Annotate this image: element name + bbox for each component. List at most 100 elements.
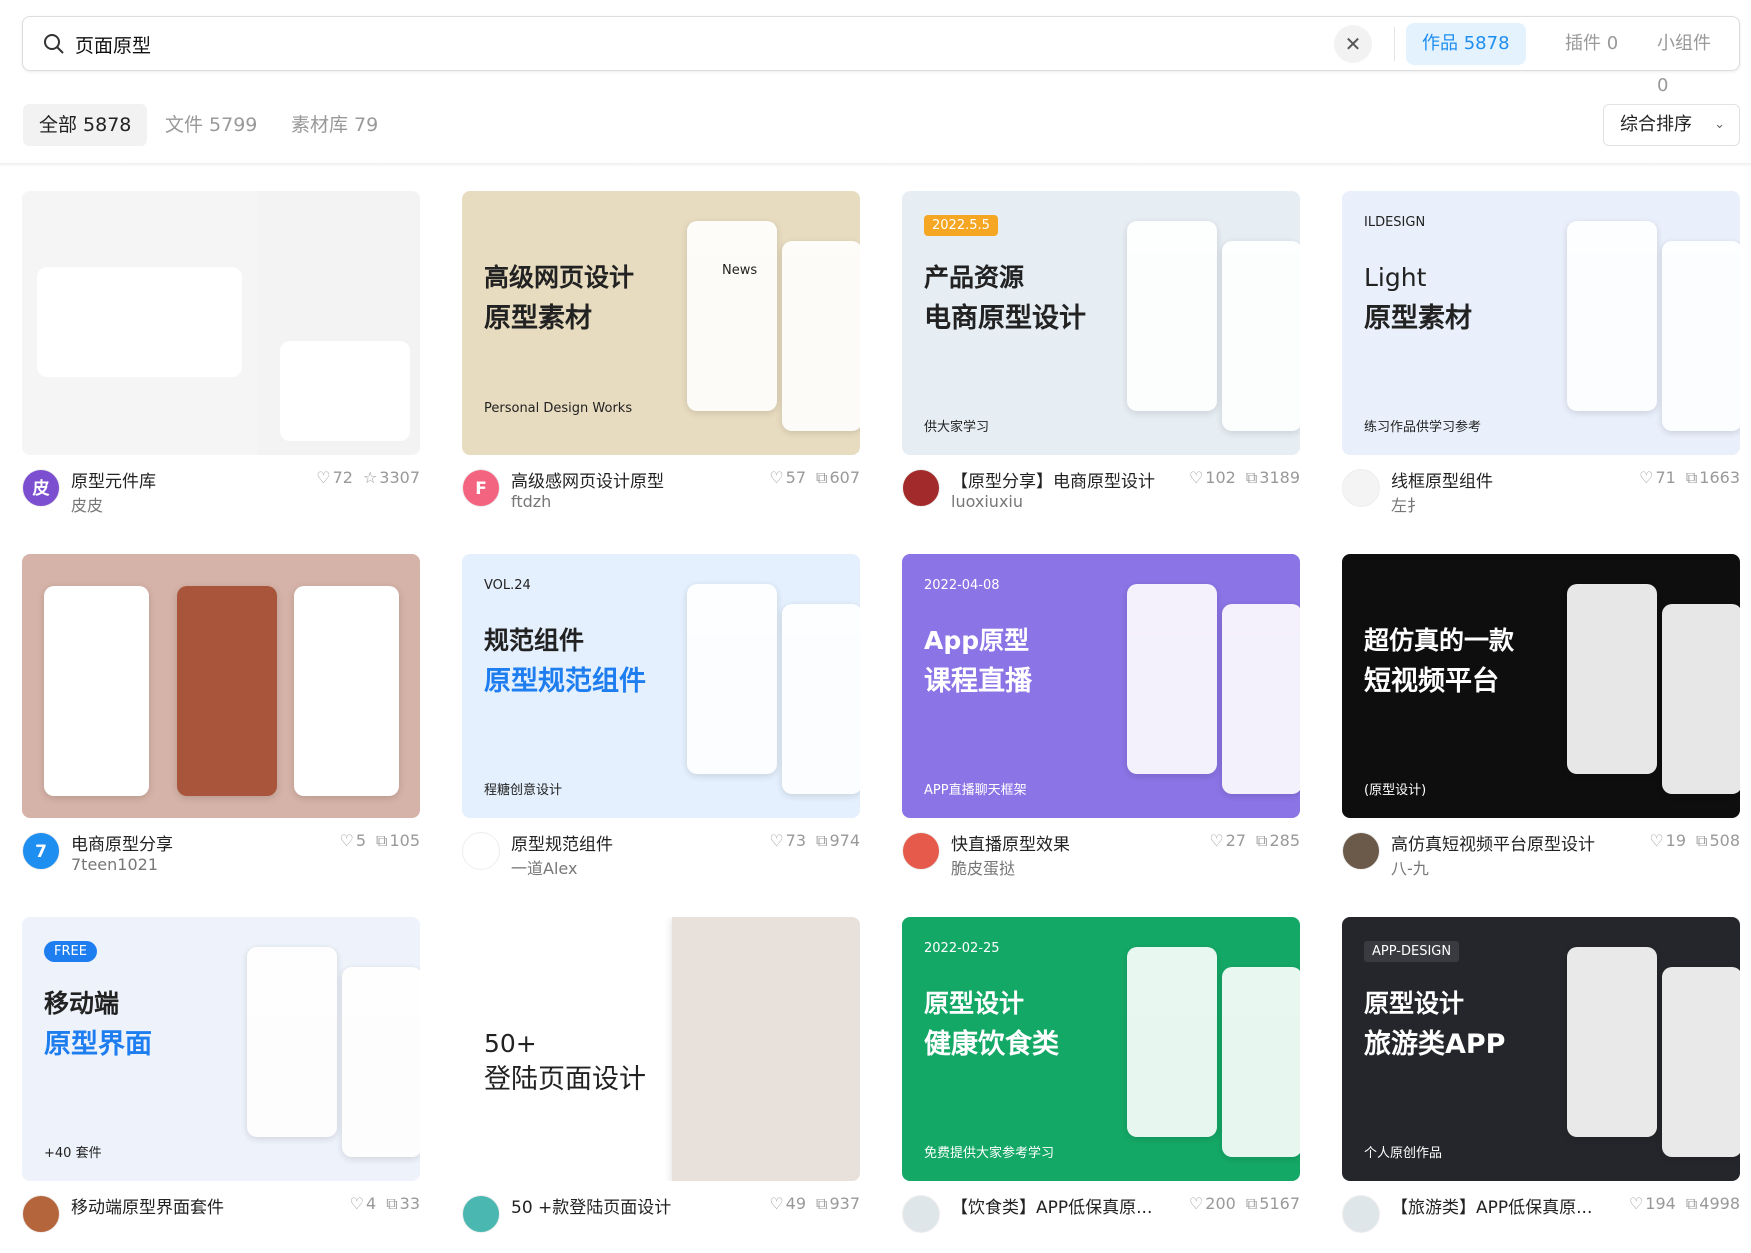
avatar[interactable] (462, 832, 500, 870)
filter-files[interactable]: 文件 5799 (149, 104, 273, 146)
card-thumbnail[interactable] (22, 191, 420, 455)
star-icon: ☆ (362, 468, 378, 487)
filter-all[interactable]: 全部 5878 (23, 104, 148, 146)
work-card[interactable]: APP-DESIGN 原型设计 旅游类APP 个人原创作品 【旅游类】APP低保… (1342, 917, 1740, 1253)
duplicate-count: 4998 (1699, 1194, 1740, 1213)
work-card[interactable]: 2022-02-25 原型设计 健康饮食类 免费提供大家参考学习 【饮食类】AP… (902, 917, 1300, 1253)
card-title[interactable]: 原型元件库 (71, 467, 156, 492)
heart-icon: ♡ (769, 1194, 784, 1213)
card-title[interactable]: 【原型分享】电商原型设计 (951, 467, 1155, 492)
avatar[interactable] (1342, 1195, 1380, 1233)
card-author[interactable]: 皮皮 (71, 492, 103, 516)
card-thumbnail[interactable]: APP-DESIGN 原型设计 旅游类APP 个人原创作品 (1342, 917, 1740, 1181)
thumbnail-tag: FREE (44, 941, 97, 962)
card-thumbnail[interactable]: FREE 移动端 原型界面 +40 套件 (22, 917, 420, 1181)
tab-works[interactable]: 作品 5878 (1406, 23, 1526, 65)
like-count: 194 (1645, 1194, 1676, 1213)
search-input[interactable] (75, 29, 1175, 59)
avatar[interactable]: 皮 (22, 469, 60, 507)
sort-dropdown[interactable]: 综合排序 ⌄ (1603, 104, 1740, 146)
thumbnail-heading: App原型 (924, 626, 1030, 655)
card-title[interactable]: 移动端原型界面套件 (71, 1193, 224, 1218)
card-thumbnail[interactable]: 2022.5.5 产品资源 电商原型设计 供大家学习 (902, 191, 1300, 455)
avatar[interactable] (902, 469, 940, 507)
avatar[interactable]: F (462, 469, 500, 507)
card-thumbnail[interactable]: VOL.24 规范组件 原型规范组件 程糖创意设计 (462, 554, 860, 818)
like-count: 27 (1225, 831, 1247, 850)
thumbnail-subheading: 原型素材 (1364, 303, 1472, 334)
thumbnail-tag: APP-DESIGN (1364, 941, 1460, 962)
work-card[interactable]: FREE 移动端 原型界面 +40 套件 移动端原型界面套件 ♡ 4 ⧉ 33 (22, 917, 420, 1253)
card-stats: ♡ 72 ☆ 3307 (310, 468, 420, 487)
tab-plugins[interactable]: 插件 0 (1549, 23, 1634, 65)
clear-search-button[interactable]: ✕ (1334, 25, 1372, 63)
card-author[interactable]: 一道Alex (511, 855, 577, 879)
card-thumbnail[interactable]: 50+ 登陆页面设计 (462, 917, 860, 1181)
card-stats: ♡ 57 ⧉ 607 (763, 468, 860, 488)
card-author[interactable]: 脆皮蛋挞 (951, 855, 1015, 879)
card-stats: ♡ 5 ⧉ 105 (333, 831, 420, 851)
duplicate-count: 1663 (1699, 468, 1740, 487)
avatar[interactable] (902, 1195, 940, 1233)
card-title[interactable]: 【饮食类】APP低保真原... (951, 1193, 1152, 1218)
card-thumbnail[interactable] (22, 554, 420, 818)
avatar[interactable] (462, 1195, 500, 1233)
thumbnail-caption: News (722, 263, 758, 278)
card-thumbnail[interactable]: 2022-02-25 原型设计 健康饮食类 免费提供大家参考学习 (902, 917, 1300, 1181)
thumbnail-caption: APP直播聊天框架 (924, 783, 1027, 798)
search-box: ✕ 作品 5878 插件 0 小组件 0 (22, 16, 1740, 96)
work-card[interactable]: 7 电商原型分享 7teen1021 ♡ 5 ⧉ 105 (22, 554, 420, 890)
thumbnail-heading: 高级网页设计 (484, 263, 635, 292)
thumbnail-heading: 原型设计 (924, 989, 1025, 1018)
card-stats: ♡ 27 ⧉ 285 (1203, 831, 1300, 851)
card-stats: ♡ 73 ⧉ 974 (763, 831, 860, 851)
card-title[interactable]: 原型规范组件 (511, 830, 613, 855)
duplicate-count: 508 (1709, 831, 1740, 850)
card-title[interactable]: 【旅游类】APP低保真原... (1391, 1193, 1592, 1218)
card-author[interactable]: 7teen1021 (71, 855, 158, 874)
avatar[interactable]: 7 (22, 832, 60, 870)
sort-label: 综合排序 (1620, 114, 1692, 135)
chevron-down-icon: ⌄ (1714, 117, 1725, 132)
avatar[interactable] (22, 1195, 60, 1233)
filter-materials[interactable]: 素材库 79 (275, 104, 394, 146)
thumbnail-heading: 产品资源 (924, 263, 1025, 292)
thumbnail-tag: VOL.24 (484, 578, 531, 593)
work-card[interactable]: Personal Design Works 高级网页设计 原型素材 News F… (462, 191, 860, 527)
duplicate-count: 607 (829, 468, 860, 487)
work-card[interactable]: VOL.24 规范组件 原型规范组件 程糖创意设计 原型规范组件 一道Alex … (462, 554, 860, 890)
card-title[interactable]: 快直播原型效果 (951, 830, 1070, 855)
card-title[interactable]: 电商原型分享 (71, 830, 173, 855)
work-card[interactable]: 2022.5.5 产品资源 电商原型设计 供大家学习 【原型分享】电商原型设计 … (902, 191, 1300, 527)
tab-widgets[interactable]: 小组件 0 (1641, 23, 1739, 96)
avatar[interactable] (1342, 469, 1380, 507)
avatar[interactable] (1342, 832, 1380, 870)
avatar[interactable] (902, 832, 940, 870)
duplicate-count: 3189 (1259, 468, 1300, 487)
work-card[interactable]: 50+ 登陆页面设计 50 +款登陆页面设计 ♡ 49 ⧉ 937 (462, 917, 860, 1253)
card-title[interactable]: 50 +款登陆页面设计 (511, 1193, 671, 1218)
card-title[interactable]: 高级感网页设计原型 (511, 467, 664, 492)
work-card[interactable]: 2022-04-08 App原型 课程直播 APP直播聊天框架 快直播原型效果 … (902, 554, 1300, 890)
like-count: 73 (785, 831, 807, 850)
card-title[interactable]: 线框原型组件 (1391, 467, 1493, 492)
thumbnail-tag: 2022-04-08 (924, 578, 1000, 593)
card-author[interactable]: 左扌 (1391, 492, 1423, 516)
thumbnail-heading: 超仿真的一款 (1364, 626, 1515, 655)
thumbnail-caption: 练习作品供学习参考 (1364, 420, 1482, 435)
work-card[interactable]: 超仿真的一款 短视频平台 (原型设计) 高仿真短视频平台原型设计 八-九 ♡ 19… (1342, 554, 1740, 890)
card-author[interactable]: 八-九 (1391, 855, 1429, 879)
work-card[interactable]: 皮 原型元件库 皮皮 ♡ 72 ☆ 3307 (22, 191, 420, 527)
card-thumbnail[interactable]: 超仿真的一款 短视频平台 (原型设计) (1342, 554, 1740, 818)
card-stats: ♡ 71 ⧉ 1663 (1633, 468, 1740, 488)
card-title[interactable]: 高仿真短视频平台原型设计 (1391, 830, 1595, 855)
work-card[interactable]: ILDESIGN Light 原型素材 练习作品供学习参考 线框原型组件 左扌 … (1342, 191, 1740, 527)
card-author[interactable]: ftdzh (511, 492, 551, 511)
card-author[interactable]: luoxiuxiu (951, 492, 1023, 511)
card-thumbnail[interactable]: ILDESIGN Light 原型素材 练习作品供学习参考 (1342, 191, 1740, 455)
thumbnail-tag: ILDESIGN (1364, 215, 1426, 230)
card-thumbnail[interactable]: 2022-04-08 App原型 课程直播 APP直播聊天框架 (902, 554, 1300, 818)
card-stats: ♡ 102 ⧉ 3189 (1183, 468, 1300, 488)
card-thumbnail[interactable]: Personal Design Works 高级网页设计 原型素材 News (462, 191, 860, 455)
thumbnail-subheading: 原型界面 (44, 1029, 152, 1060)
